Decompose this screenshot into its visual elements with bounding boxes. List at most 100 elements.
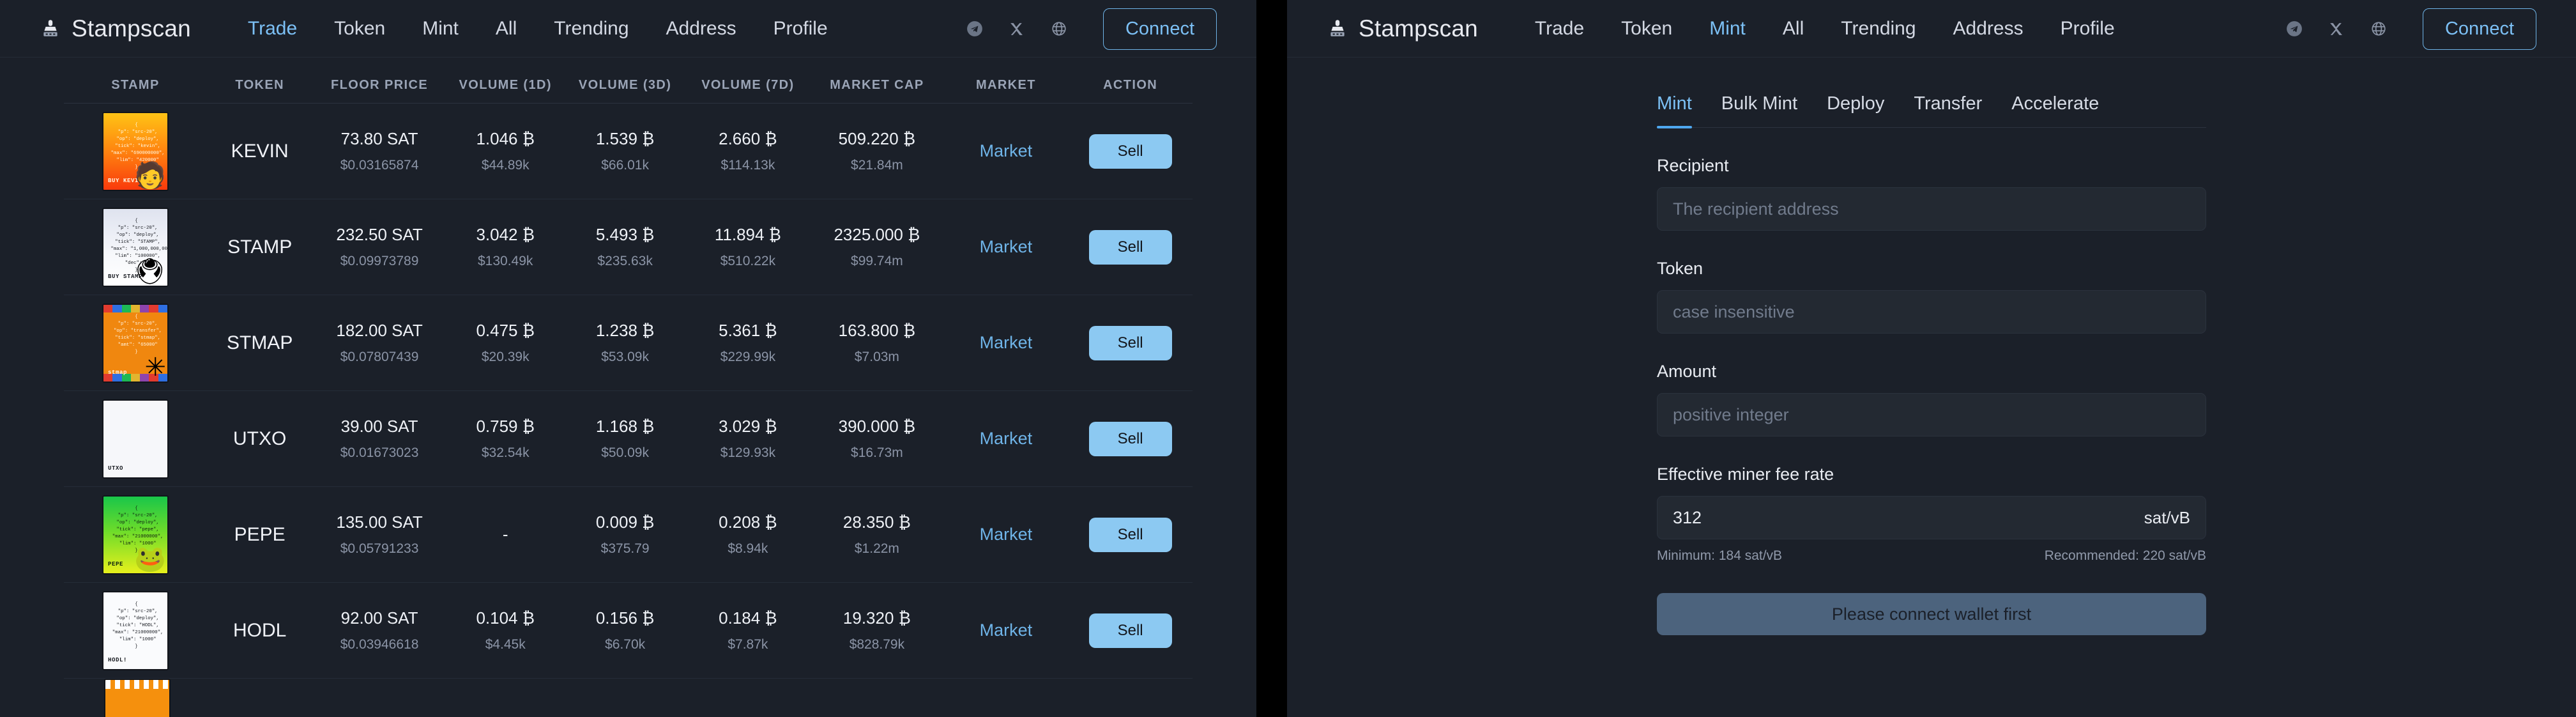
nav-item-profile[interactable]: Profile	[2042, 18, 2133, 40]
table-row[interactable]: { "p": "src-20", "op": "transfer", "tick…	[64, 295, 1193, 391]
right-nav-links: Trade Token Mint All Trending Address Pr…	[1516, 18, 2133, 40]
cell-market-cap-value: 163.800 ₿	[838, 321, 916, 340]
token-field-group: Token case insensitive	[1657, 259, 2206, 334]
table-row[interactable]: { "p": "src-20", "op": "deploy", "tick":…	[64, 487, 1193, 583]
tab-bulk-mint[interactable]: Bulk Mint	[1721, 93, 1797, 127]
market-link[interactable]: Market	[980, 237, 1033, 257]
cell-volume-1d-usd: $4.45k	[485, 637, 526, 652]
cell-volume-3d-value: 1.238 ₿	[595, 321, 655, 340]
action-cell: Sell	[1068, 325, 1193, 360]
cell-volume-1d: 0.104 ₿ $4.45k	[446, 608, 565, 652]
cell-floor-price-value: 182.00 SAT	[336, 321, 423, 340]
x-icon[interactable]	[2315, 21, 2358, 37]
tab-accelerate[interactable]: Accelerate	[2011, 93, 2099, 127]
x-icon[interactable]	[996, 21, 1038, 37]
connect-wallet-button[interactable]: Connect	[2422, 8, 2536, 50]
market-link[interactable]: Market	[980, 333, 1033, 353]
cell-floor-price-usd: $0.07807439	[340, 350, 419, 364]
nav-item-profile[interactable]: Profile	[755, 18, 846, 40]
fee-rate-input[interactable]: 312 sat/vB	[1657, 496, 2206, 539]
market-cell: Market	[944, 525, 1069, 544]
cell-floor-price: 182.00 SAT $0.07807439	[312, 321, 446, 365]
cell-volume-3d-value: 5.493 ₿	[595, 225, 655, 244]
cell-volume-1d: 1.046 ₿ $44.89k	[446, 129, 565, 173]
stamp-thumbnail[interactable]: { "p": "src-20", "op": "deploy", "tick":…	[102, 207, 169, 287]
cell-token: KEVIN	[207, 141, 313, 162]
sell-button[interactable]: Sell	[1088, 421, 1172, 456]
sell-button[interactable]: Sell	[1088, 613, 1172, 648]
cell-volume-3d-usd: $235.63k	[597, 254, 653, 268]
table-row[interactable]: { "p": "src-20", "op": "deploy", "tick":…	[64, 104, 1193, 199]
token-input[interactable]: case insensitive	[1657, 290, 2206, 334]
market-link[interactable]: Market	[980, 141, 1033, 161]
nav-item-mint[interactable]: Mint	[1691, 18, 1764, 40]
nav-item-all[interactable]: All	[1764, 18, 1822, 40]
nav-item-trade[interactable]: Trade	[1516, 18, 1603, 40]
nav-item-trade[interactable]: Trade	[229, 18, 316, 40]
stamp-thumbnail[interactable]: { "p": "src-20", "op": "deploy", "tick":…	[102, 495, 169, 574]
cell-volume-3d: 1.539 ₿ $66.01k	[565, 129, 686, 173]
recipient-input[interactable]: The recipient address	[1657, 187, 2206, 231]
nav-item-token[interactable]: Token	[316, 18, 404, 40]
sell-button[interactable]: Sell	[1088, 134, 1172, 169]
amount-input[interactable]: positive integer	[1657, 393, 2206, 436]
brand-logo[interactable]: Stampscan	[40, 15, 191, 42]
table-row[interactable]: { "p": "src-20", "op": "deploy", "tick":…	[64, 583, 1193, 679]
cell-market-cap-value: 19.320 ₿	[842, 608, 911, 628]
stamp-thumbnail[interactable]: { "p": "src-20", "op": "deploy", "tick":…	[102, 111, 169, 191]
right-browser-panel: Stampscan Trade Token Mint All Trending …	[1287, 0, 2576, 717]
column-header-stamp: STAMP	[111, 78, 160, 92]
telegram-icon[interactable]	[954, 20, 996, 37]
cell-floor-price-value: 135.00 SAT	[336, 513, 423, 532]
sell-button[interactable]: Sell	[1088, 325, 1172, 360]
globe-icon[interactable]	[1038, 20, 1080, 37]
tab-deploy[interactable]: Deploy	[1827, 93, 1884, 127]
stamp-thumbnail[interactable]: { "p": "src-20", "op": "transfer", "tick…	[102, 303, 169, 383]
sell-button[interactable]: Sell	[1088, 229, 1172, 265]
brand-logo-right[interactable]: Stampscan	[1327, 15, 1478, 42]
nav-item-mint[interactable]: Mint	[404, 18, 477, 40]
cell-volume-7d-usd: $510.22k	[720, 254, 776, 268]
column-header-volume-7d: VOLUME (7D)	[701, 78, 795, 92]
tab-mint[interactable]: Mint	[1657, 93, 1692, 128]
brand-name: Stampscan	[1359, 15, 1478, 42]
cell-token-value: STAMP	[227, 236, 293, 258]
stamp-caption: HODL!	[107, 656, 127, 663]
nav-item-token[interactable]: Token	[1603, 18, 1691, 40]
nav-item-address[interactable]: Address	[1935, 18, 2042, 40]
cell-volume-7d-usd: $129.93k	[720, 445, 776, 460]
connect-wallet-button[interactable]: Connect	[1102, 8, 1217, 50]
table-row-partial[interactable]	[64, 679, 1193, 717]
sell-button[interactable]: Sell	[1088, 517, 1172, 552]
cell-floor-price-usd: $0.01673023	[340, 445, 419, 460]
nav-item-trending[interactable]: Trending	[535, 18, 647, 40]
cell-volume-1d-usd: $20.39k	[481, 350, 530, 364]
column-header-action: ACTION	[1103, 78, 1158, 92]
table-row[interactable]: UTXO UTXO 39.00 SAT $0.01673023 0.759 ₿ $32.5…	[64, 391, 1193, 487]
stamp-artwork-icon: 🖲	[133, 257, 166, 286]
tab-transfer[interactable]: Transfer	[1914, 93, 1982, 127]
stamp-caption: PEPE	[107, 560, 123, 567]
cell-volume-3d-usd: $375.79	[600, 541, 650, 556]
cell-volume-7d-usd: $7.87k	[728, 637, 768, 652]
nav-item-all[interactable]: All	[477, 18, 535, 40]
stamp-thumbnail[interactable]: { "p": "src-20", "op": "deploy", "tick":…	[102, 590, 169, 670]
stamp-thumbnail[interactable]	[104, 679, 171, 717]
market-link[interactable]: Market	[980, 429, 1033, 449]
recipient-placeholder: The recipient address	[1673, 199, 1839, 219]
cell-floor-price: 92.00 SAT $0.03946618	[312, 608, 446, 652]
nav-item-address[interactable]: Address	[648, 18, 755, 40]
cell-floor-price-usd: $0.09973789	[340, 254, 419, 268]
table-row[interactable]: { "p": "src-20", "op": "deploy", "tick":…	[64, 199, 1193, 295]
cell-volume-7d: 3.029 ₿ $129.93k	[686, 417, 811, 461]
market-link[interactable]: Market	[980, 621, 1033, 640]
cell-token-value: HODL	[232, 619, 287, 641]
telegram-icon[interactable]	[2273, 20, 2315, 37]
submit-mint-button[interactable]: Please connect wallet first	[1657, 593, 2206, 635]
market-link[interactable]: Market	[980, 525, 1033, 544]
globe-icon[interactable]	[2358, 20, 2400, 37]
cell-market-cap-value: 390.000 ₿	[838, 417, 916, 436]
nav-item-trending[interactable]: Trending	[1822, 18, 1934, 40]
stamp-thumbnail[interactable]: UTXO	[102, 399, 169, 479]
cell-volume-3d: 0.009 ₿ $375.79	[565, 513, 686, 557]
